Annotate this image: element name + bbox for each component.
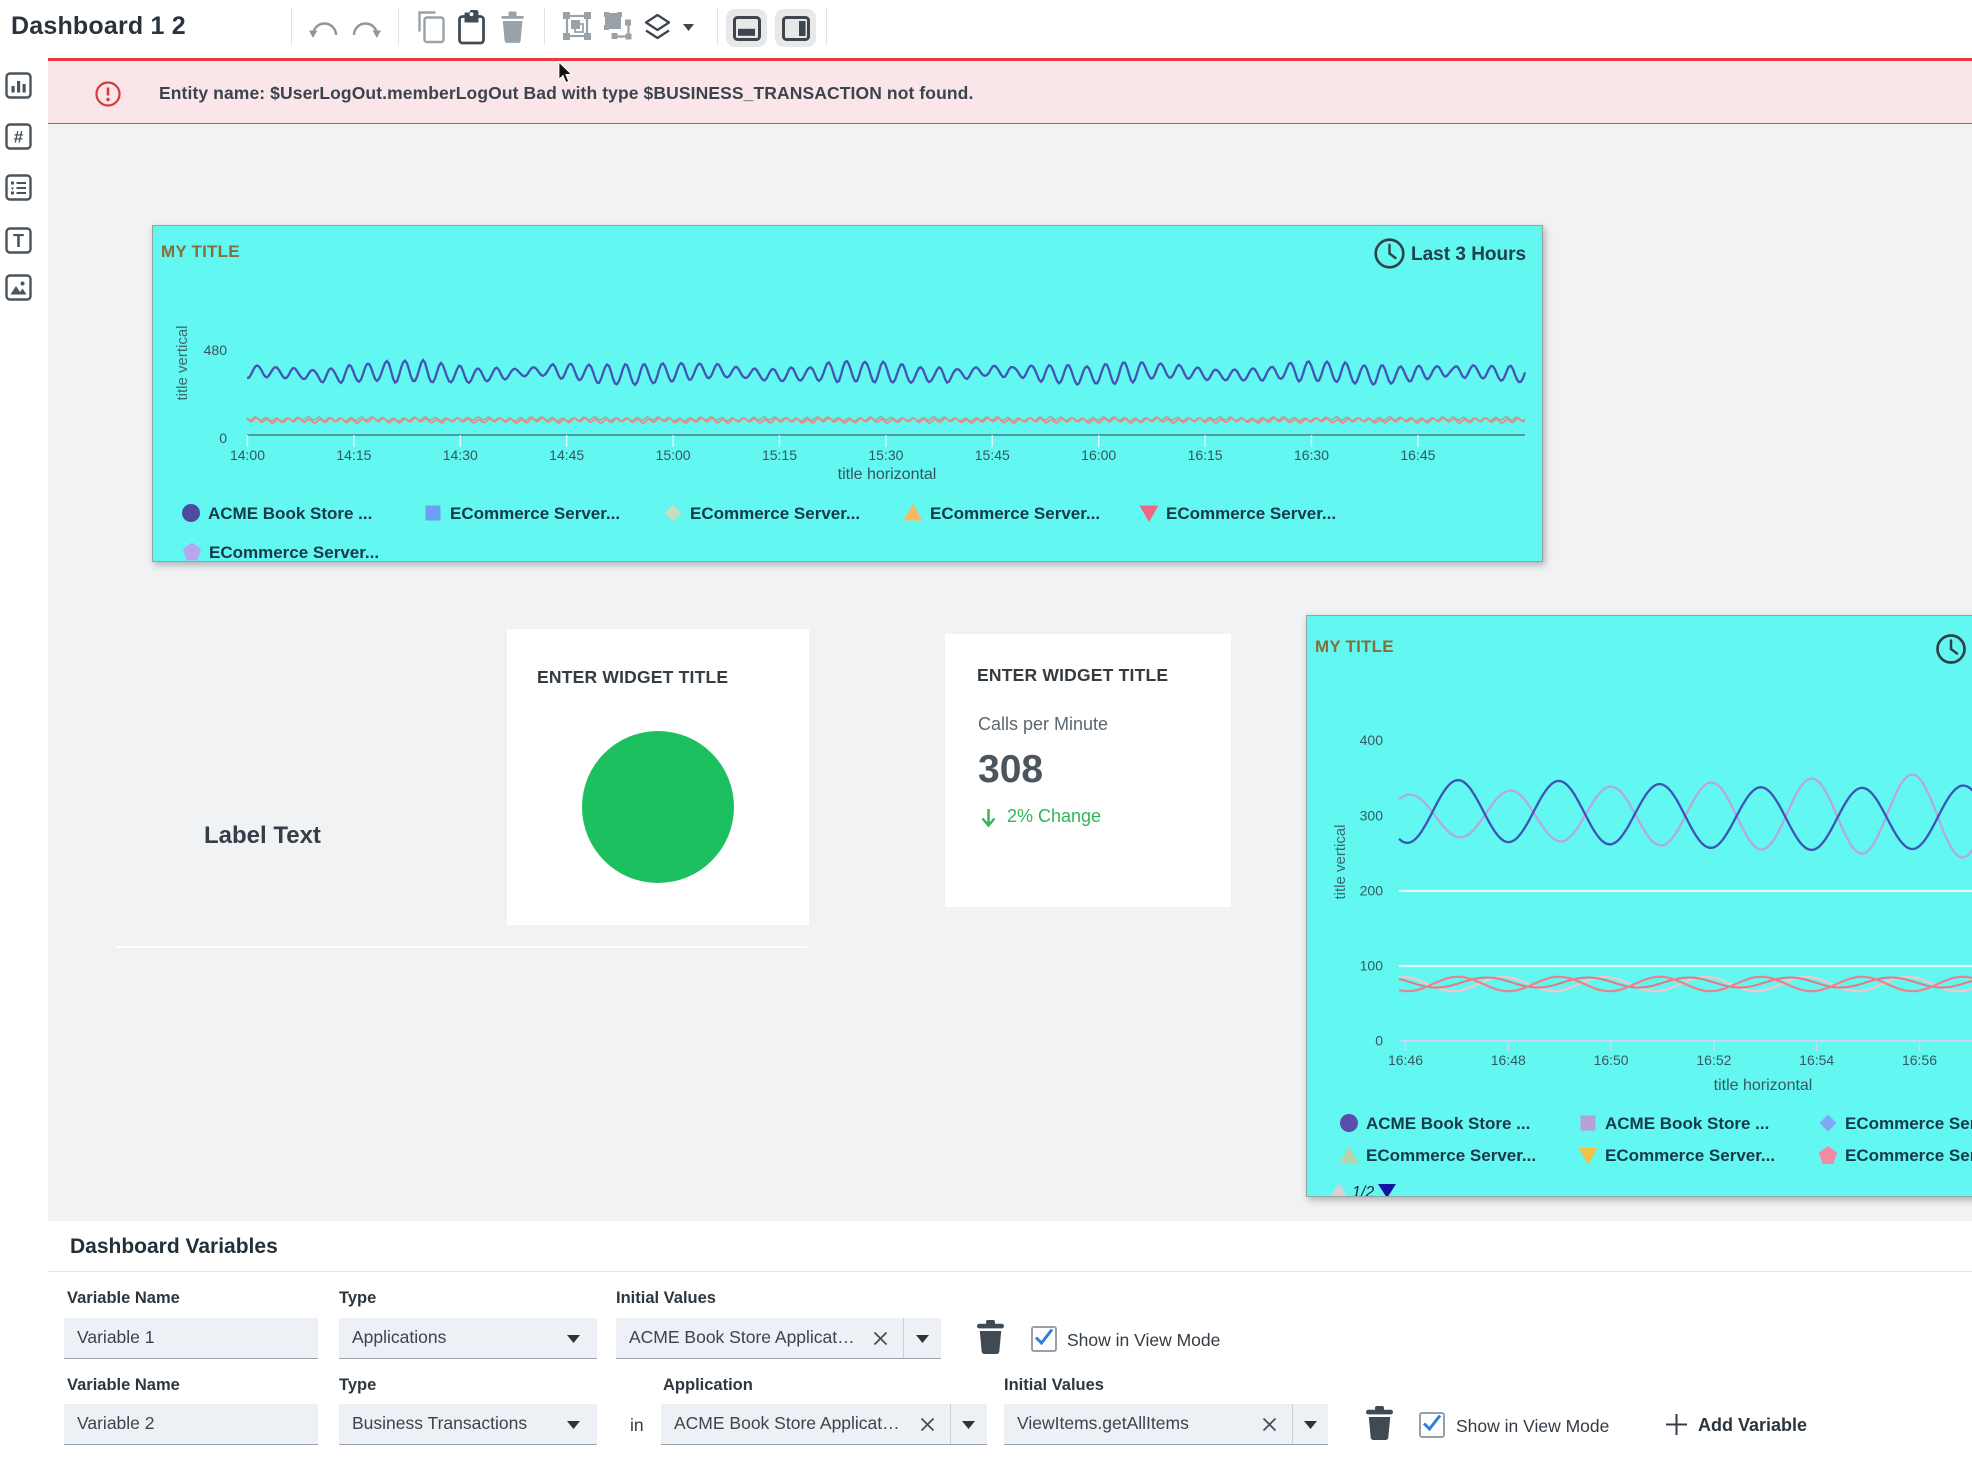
svg-text:15:00: 15:00 bbox=[656, 447, 691, 463]
svg-text:100: 100 bbox=[1360, 958, 1384, 974]
svg-text:16:50: 16:50 bbox=[1594, 1052, 1629, 1068]
svg-text:ECommerce Server...: ECommerce Server... bbox=[1166, 504, 1336, 523]
svg-text:200: 200 bbox=[1360, 883, 1384, 899]
svg-text:ECommerce Server...: ECommerce Server... bbox=[450, 504, 620, 523]
svg-text:16:15: 16:15 bbox=[1188, 447, 1223, 463]
svg-text:16:56: 16:56 bbox=[1902, 1052, 1937, 1068]
svg-text:1/2: 1/2 bbox=[1352, 1184, 1374, 1196]
svg-text:ECommerce Server...: ECommerce Server... bbox=[1845, 1114, 1972, 1133]
svg-text:14:30: 14:30 bbox=[443, 447, 478, 463]
svg-text:T: T bbox=[13, 231, 24, 251]
svg-text:title vertical: title vertical bbox=[1332, 824, 1349, 899]
svg-text:0: 0 bbox=[219, 430, 227, 446]
svg-text:16:45: 16:45 bbox=[1400, 447, 1435, 463]
svg-text:480: 480 bbox=[204, 342, 228, 358]
svg-text:ACME Book Store ...: ACME Book Store ... bbox=[1605, 1114, 1769, 1133]
svg-text:15:45: 15:45 bbox=[975, 447, 1010, 463]
svg-text:ECommerce Server...: ECommerce Server... bbox=[1845, 1146, 1972, 1165]
svg-text:ECommerce Server...: ECommerce Server... bbox=[209, 543, 379, 561]
svg-text:16:54: 16:54 bbox=[1799, 1052, 1834, 1068]
svg-text:ACME Book Store ...: ACME Book Store ... bbox=[208, 504, 372, 523]
svg-text:16:30: 16:30 bbox=[1294, 447, 1329, 463]
svg-text:ECommerce Server...: ECommerce Server... bbox=[1605, 1146, 1775, 1165]
svg-text:16:00: 16:00 bbox=[1081, 447, 1116, 463]
svg-text:16:46: 16:46 bbox=[1388, 1052, 1423, 1068]
svg-text:title horizontal: title horizontal bbox=[1714, 1077, 1813, 1094]
svg-text:title vertical: title vertical bbox=[174, 325, 191, 400]
svg-text:300: 300 bbox=[1360, 808, 1384, 824]
svg-text:400: 400 bbox=[1360, 732, 1384, 748]
svg-text:ECommerce Server...: ECommerce Server... bbox=[930, 504, 1100, 523]
svg-text:0: 0 bbox=[1375, 1033, 1383, 1049]
svg-text:16:52: 16:52 bbox=[1696, 1052, 1731, 1068]
svg-text:14:00: 14:00 bbox=[230, 447, 265, 463]
svg-text:ACME Book Store ...: ACME Book Store ... bbox=[1366, 1114, 1530, 1133]
svg-text:ECommerce Server...: ECommerce Server... bbox=[1366, 1146, 1536, 1165]
svg-text:#: # bbox=[14, 128, 24, 147]
svg-text:ECommerce Server...: ECommerce Server... bbox=[690, 504, 860, 523]
svg-text:15:15: 15:15 bbox=[762, 447, 797, 463]
svg-text:15:30: 15:30 bbox=[868, 447, 903, 463]
svg-text:16:48: 16:48 bbox=[1491, 1052, 1526, 1068]
svg-text:14:45: 14:45 bbox=[549, 447, 584, 463]
svg-text:14:15: 14:15 bbox=[336, 447, 371, 463]
svg-text:title horizontal: title horizontal bbox=[838, 466, 937, 483]
